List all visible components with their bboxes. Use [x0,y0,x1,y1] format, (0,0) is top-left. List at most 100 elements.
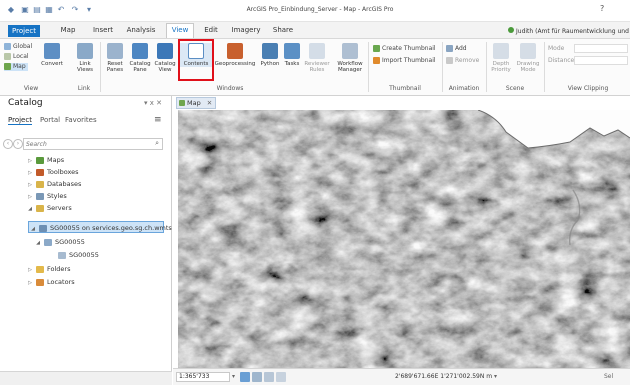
tasks-button[interactable]: Tasks [283,43,301,67]
drawing-mode-label: Drawing Mode [516,61,540,73]
import-thumbnail-icon [373,57,380,64]
map-icon [179,100,185,106]
grid-icon[interactable] [252,372,262,382]
local-scene-icon [4,53,11,60]
help-icon[interactable]: ? [600,4,604,13]
app-icon[interactable]: ◆ [6,5,16,15]
pane-options-icon[interactable]: ▾ ⅹ ✕ [144,99,162,107]
catalog-view-button[interactable]: Catalog View [153,43,177,73]
reset-panes-icon [107,43,123,59]
clip-distance-input[interactable] [574,56,628,65]
expand-icon[interactable]: ▷ [26,264,34,276]
open-icon[interactable]: ▦ [44,5,54,15]
close-icon[interactable]: ✕ [207,99,212,107]
clip-mode-label: Mode [548,45,565,52]
user-account[interactable]: Judith (Amt für Raumentwicklung und [508,27,629,35]
new-project-icon[interactable]: ▣ [20,5,30,15]
link-views-button[interactable]: Link Views [72,43,98,73]
tree-item-sg00055[interactable]: ◢ SG00055 [0,236,172,248]
map-label: Map [13,63,26,70]
global-label: Global [13,43,33,50]
local-button[interactable]: Local [4,53,29,61]
tree-item-toolboxes[interactable]: ▷ Toolboxes [0,166,172,178]
tree-item-servers[interactable]: ◢ Servers [0,202,172,214]
depth-priority-button[interactable]: Depth Priority [488,43,514,73]
reviewer-rules-button[interactable]: Reviewer Rules [302,43,332,73]
python-button[interactable]: Python [258,43,282,67]
layer-icon [58,251,66,259]
forward-icon[interactable]: › [13,139,23,149]
tab-edit[interactable]: Edit [200,24,222,37]
map-canvas[interactable] [178,110,630,368]
map-button[interactable]: Map [4,63,28,71]
link-views-icon [77,43,93,59]
tab-analysis[interactable]: Analysis [124,24,158,37]
convert-button[interactable]: Convert [38,43,66,67]
remove-label: Remove [455,57,480,64]
tab-project[interactable]: Project [8,116,32,125]
tab-insert[interactable]: Insert [88,24,118,37]
animation-add-button[interactable]: Add [446,45,467,53]
reset-panes-button[interactable]: Reset Panes [103,43,127,73]
search-input[interactable] [24,139,142,149]
catalog-menu-icon[interactable]: ≡ [154,115,162,125]
create-thumbnail-label: Create Thumbnail [382,45,436,52]
coords-dropdown-icon[interactable]: ▾ [494,373,497,380]
python-label: Python [260,61,280,67]
customize-icon[interactable]: ▾ [84,5,94,15]
drawing-mode-button[interactable]: Drawing Mode [514,43,542,73]
geoprocessing-button[interactable]: Geoprocessing [214,43,256,67]
catalog-search[interactable]: ⌕ [23,138,163,150]
tab-map[interactable]: Map [56,24,80,37]
toolbox-icon [227,43,243,59]
back-icon[interactable]: ‹ [3,139,13,149]
tree-item-databases[interactable]: ▷ Databases [0,178,172,190]
scale-value: 1:365'733 [179,373,210,380]
catalog-pane-button[interactable]: Catalog Pane [128,43,152,73]
locators-icon [36,278,44,286]
tab-imagery[interactable]: Imagery [228,24,264,37]
save-icon[interactable]: ▤ [32,5,42,15]
search-icon[interactable]: ⌕ [155,139,159,148]
tree-label: Maps [47,156,65,164]
tree-item-locators[interactable]: ▷ Locators [0,276,172,288]
import-thumbnail-button[interactable]: Import Thumbnail [373,57,436,65]
collapse-icon[interactable]: ◢ [34,237,42,249]
animation-remove-button[interactable]: Remove [446,57,479,65]
tree-item-sg00055-layer[interactable]: SG00055 [0,249,172,261]
tree-item-folders[interactable]: ▷ Folders [0,263,172,275]
create-thumbnail-button[interactable]: Create Thumbnail [373,45,436,53]
tab-project[interactable]: Project [8,25,40,37]
expand-icon[interactable]: ▷ [26,277,34,289]
thumbnail-group-label: Thumbnail [389,85,421,92]
tab-portal[interactable]: Portal [40,116,60,124]
user-icon [508,27,514,33]
selection-status[interactable]: Sel [604,373,613,380]
tab-share[interactable]: Share [270,24,296,37]
collapse-icon[interactable]: ◢ [29,223,37,235]
group-separator [368,42,369,92]
tree-item-styles[interactable]: ▷ Styles [0,190,172,202]
tab-favorites[interactable]: Favorites [65,116,97,124]
drawing-mode-icon [520,43,536,59]
redo-icon[interactable]: ↷ [70,5,80,15]
collapse-icon[interactable]: ◢ [26,203,34,215]
ribbon: Global Local Map Convert Link Views View… [0,39,630,96]
undo-icon[interactable]: ↶ [56,5,66,15]
table-of-contents-icon[interactable] [240,372,250,382]
scale-input[interactable]: 1:365'733 [176,372,230,382]
global-button[interactable]: Global [4,43,32,51]
layout-icon[interactable] [264,372,274,382]
styles-icon [36,192,44,200]
catalog-status-bar [0,371,172,385]
workflow-manager-button[interactable]: Workflow Manager [333,43,367,73]
tab-view[interactable]: View [166,23,194,38]
clip-mode-select[interactable] [574,44,628,53]
map-view-tab[interactable]: Map ✕ [176,97,216,109]
windows-group-label: Windows [216,85,244,92]
pause-drawing-icon[interactable] [276,372,286,382]
tree-item-maps[interactable]: ▷ Maps [0,154,172,166]
scale-dropdown-icon[interactable]: ▾ [232,373,235,380]
local-label: Local [13,53,29,60]
tree-item-wmts-connection[interactable]: ◢ SG00055 on services.geo.sg.ch.wmts [28,221,172,235]
